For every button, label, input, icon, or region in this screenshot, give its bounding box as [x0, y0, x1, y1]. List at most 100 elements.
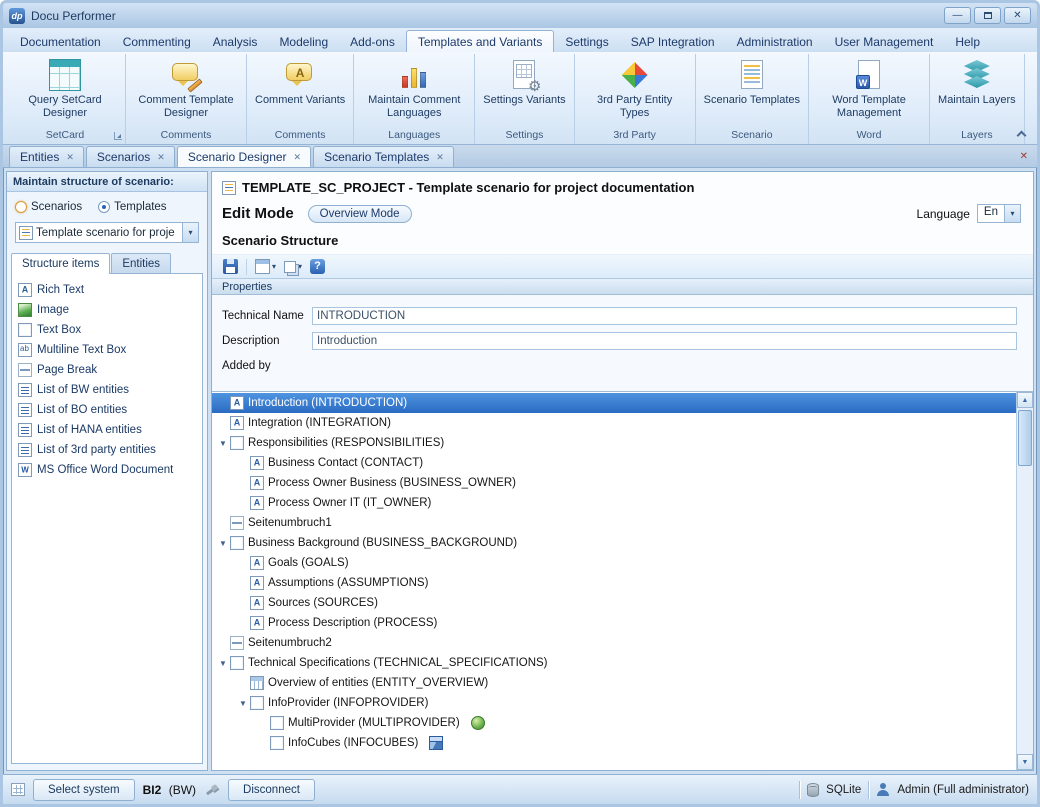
tab-sap-integration[interactable]: SAP Integration — [620, 31, 726, 52]
list-item-multiline-text-box[interactable]: Multiline Text Box — [12, 340, 202, 360]
list-item-text-box[interactable]: Text Box — [12, 320, 202, 340]
list-item-bw-entities[interactable]: List of BW entities — [12, 380, 202, 400]
tab-close-icon[interactable]: ✕ — [436, 153, 444, 162]
doc-tab-scenario-templates[interactable]: Scenario Templates ✕ — [313, 146, 454, 167]
tree-scrollbar[interactable]: ▲ ▼ — [1016, 392, 1033, 770]
third-party-entity-types-button[interactable]: 3rd Party Entity Types — [580, 55, 690, 129]
select-system-button[interactable]: Select system — [33, 779, 135, 801]
radio-templates[interactable]: Templates — [98, 201, 166, 213]
tab-structure-items[interactable]: Structure items — [11, 253, 110, 274]
list-item-rich-text[interactable]: Rich Text — [12, 280, 202, 300]
tree-row-infoprovider[interactable]: ▼InfoProvider (INFOPROVIDER) — [212, 693, 1016, 713]
list-item-page-break[interactable]: Page Break — [12, 360, 202, 380]
help-button[interactable]: ? — [307, 257, 328, 276]
tree-row-seitenumbruch1[interactable]: Seitenumbruch1 — [212, 513, 1016, 533]
close-active-tab-icon[interactable]: ✕ — [1020, 151, 1028, 162]
chevron-down-icon[interactable]: ▾ — [182, 223, 198, 242]
list-item-word-document[interactable]: MS Office Word Document — [12, 460, 202, 480]
group-caption: Word — [857, 129, 882, 144]
maximize-button[interactable] — [974, 7, 1001, 24]
tree-row-introduction[interactable]: Introduction (INTRODUCTION) — [212, 393, 1016, 413]
tree-row-process-description[interactable]: Process Description (PROCESS) — [212, 613, 1016, 633]
doc-tab-scenarios[interactable]: Scenarios ✕ — [86, 146, 175, 167]
help-icon: ? — [310, 259, 325, 274]
close-button[interactable]: ✕ — [1004, 7, 1031, 24]
tree-row-seitenumbruch2[interactable]: Seitenumbruch2 — [212, 633, 1016, 653]
minimize-button[interactable]: — — [944, 7, 971, 24]
tree-row-sources[interactable]: Sources (SOURCES) — [212, 593, 1016, 613]
tab-help[interactable]: Help — [944, 31, 991, 52]
comment-languages-icon — [398, 59, 430, 91]
ribbon-group-comments-1: Comment Template Designer Comments — [126, 54, 247, 144]
tree-row-responsibilities[interactable]: ▼Responsibilities (RESPONSIBILITIES) — [212, 433, 1016, 453]
tree-row-assumptions[interactable]: Assumptions (ASSUMPTIONS) — [212, 573, 1016, 593]
list-item-3rd-party-entities[interactable]: List of 3rd party entities — [12, 440, 202, 460]
tab-user-management[interactable]: User Management — [824, 31, 945, 52]
tab-modeling[interactable]: Modeling — [268, 31, 339, 52]
chevron-down-icon[interactable]: ▾ — [1004, 205, 1020, 222]
item-dropdown-button[interactable]: ▾ — [252, 257, 279, 276]
radio-icon[interactable] — [98, 201, 110, 213]
expander-icon[interactable]: ▼ — [216, 659, 230, 668]
expander-icon[interactable]: ▼ — [216, 439, 230, 448]
settings-variants-button[interactable]: ⚙ Settings Variants — [480, 55, 568, 129]
scroll-down-icon[interactable]: ▼ — [1017, 754, 1033, 770]
tree-row-business-background[interactable]: ▼Business Background (BUSINESS_BACKGROUN… — [212, 533, 1016, 553]
comment-variants-button[interactable]: A Comment Variants — [252, 55, 348, 129]
tab-close-icon[interactable]: ✕ — [157, 153, 165, 162]
tree-row-infocubes[interactable]: InfoCubes (INFOCUBES) — [212, 733, 1016, 753]
overview-mode-button[interactable]: Overview Mode — [308, 205, 412, 223]
tree-row-multiprovider[interactable]: MultiProvider (MULTIPROVIDER) — [212, 713, 1016, 733]
scrollbar-thumb[interactable] — [1018, 410, 1032, 466]
tab-administration[interactable]: Administration — [726, 31, 824, 52]
scenario-templates-button[interactable]: Scenario Templates — [701, 55, 803, 129]
comment-template-designer-button[interactable]: Comment Template Designer — [131, 55, 241, 129]
chevron-down-icon: ▾ — [298, 262, 302, 271]
text-box-icon — [18, 323, 32, 337]
third-party-entity-types-icon — [619, 59, 651, 91]
radio-icon[interactable] — [15, 201, 27, 213]
tree-row-business-contact[interactable]: Business Contact (CONTACT) — [212, 453, 1016, 473]
expander-icon[interactable]: ▼ — [216, 539, 230, 548]
tree-row-process-owner-business[interactable]: Process Owner Business (BUSINESS_OWNER) — [212, 473, 1016, 493]
tab-commenting[interactable]: Commenting — [112, 31, 202, 52]
scroll-up-icon[interactable]: ▲ — [1017, 392, 1033, 408]
template-select-combo[interactable]: Template scenario for proje ▾ — [15, 222, 199, 243]
tree-row-process-owner-it[interactable]: Process Owner IT (IT_OWNER) — [212, 493, 1016, 513]
tab-close-icon[interactable]: ✕ — [66, 153, 74, 162]
tree-row-goals[interactable]: Goals (GOALS) — [212, 553, 1016, 573]
radio-scenarios[interactable]: Scenarios — [15, 201, 82, 213]
list-item-image[interactable]: Image — [12, 300, 202, 320]
query-setcard-designer-button[interactable]: Query SetCard Designer — [10, 55, 120, 129]
list-item-hana-entities[interactable]: List of HANA entities — [12, 420, 202, 440]
collapse-ribbon-icon[interactable] — [1017, 130, 1025, 138]
word-template-management-button[interactable]: W Word Template Management — [814, 55, 924, 129]
copy-dropdown-button[interactable]: ▾ — [281, 259, 305, 275]
text-box-icon — [270, 736, 284, 750]
tree-row-overview-of-entities[interactable]: Overview of entities (ENTITY_OVERVIEW) — [212, 673, 1016, 693]
save-button[interactable] — [220, 257, 241, 276]
description-field[interactable] — [312, 332, 1017, 350]
technical-name-field[interactable] — [312, 307, 1017, 325]
tab-entities[interactable]: Entities — [111, 253, 171, 273]
list-item-bo-entities[interactable]: List of BO entities — [12, 400, 202, 420]
maintain-layers-button[interactable]: Maintain Layers — [935, 55, 1019, 129]
tree-row-integration[interactable]: Integration (INTEGRATION) — [212, 413, 1016, 433]
tab-settings[interactable]: Settings — [554, 31, 619, 52]
scrollbar-track[interactable] — [1017, 468, 1033, 754]
doc-tab-scenario-designer[interactable]: Scenario Designer ✕ — [177, 146, 311, 167]
maintain-comment-languages-button[interactable]: Maintain Comment Languages — [359, 55, 469, 129]
dialog-launcher-icon[interactable] — [114, 132, 122, 140]
expander-icon[interactable]: ▼ — [236, 699, 250, 708]
doc-tab-entities[interactable]: Entities ✕ — [9, 146, 84, 167]
tab-add-ons[interactable]: Add-ons — [339, 31, 406, 52]
tree-row-technical-specifications[interactable]: ▼Technical Specifications (TECHNICAL_SPE… — [212, 653, 1016, 673]
section-title: Scenario Structure — [222, 233, 1021, 248]
tab-close-icon[interactable]: ✕ — [294, 153, 302, 162]
language-combo[interactable]: En ▾ — [977, 204, 1021, 223]
tab-templates-and-variants[interactable]: Templates and Variants — [406, 30, 555, 52]
disconnect-button[interactable]: Disconnect — [228, 779, 315, 801]
tab-documentation[interactable]: Documentation — [9, 31, 112, 52]
tab-analysis[interactable]: Analysis — [202, 31, 269, 52]
image-icon — [18, 303, 32, 317]
